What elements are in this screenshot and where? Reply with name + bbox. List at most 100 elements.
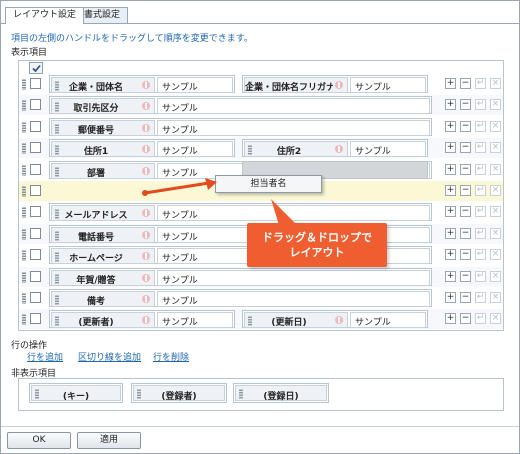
remove-row-icon[interactable]: −: [460, 227, 471, 239]
layout-field[interactable]: 住所2 サンプル: [242, 139, 428, 158]
layout-field[interactable]: 取引先区分 サンプル: [49, 96, 432, 115]
delete-row-icon[interactable]: ×: [490, 78, 501, 89]
ok-button[interactable]: OK: [7, 432, 71, 449]
remove-row-icon[interactable]: −: [460, 185, 471, 196]
delete-row-icon[interactable]: ×: [490, 227, 501, 239]
line-break-icon[interactable]: ↵: [475, 206, 486, 218]
line-break-icon[interactable]: ↵: [475, 227, 486, 239]
remove-row-icon[interactable]: −: [460, 99, 471, 111]
line-break-icon[interactable]: ↵: [475, 163, 486, 175]
add-row-icon[interactable]: +: [445, 313, 456, 325]
add-row-icon[interactable]: +: [445, 270, 456, 282]
hidden-item-registered-date[interactable]: (登録日): [233, 383, 329, 403]
line-break-icon[interactable]: ↵: [475, 313, 486, 325]
line-break-icon[interactable]: ↵: [475, 99, 486, 111]
delete-row-icon[interactable]: ×: [490, 99, 501, 111]
line-break-icon[interactable]: ↵: [475, 270, 486, 282]
layout-field[interactable]: 備考 サンプル: [49, 289, 432, 307]
add-row-icon[interactable]: +: [445, 163, 456, 175]
remove-row-icon[interactable]: −: [460, 206, 471, 218]
remove-field-icon[interactable]: [142, 102, 150, 111]
add-row-icon[interactable]: +: [445, 78, 456, 89]
remove-field-icon[interactable]: [142, 295, 150, 303]
line-break-icon[interactable]: ↵: [475, 120, 486, 132]
add-row-icon[interactable]: +: [445, 292, 456, 303]
hidden-item-key[interactable]: (キー): [29, 383, 123, 403]
delete-row-icon[interactable]: ×: [490, 120, 501, 132]
remove-row-icon[interactable]: −: [460, 78, 471, 89]
row-checkbox[interactable]: [30, 185, 41, 196]
row-drag-handle-icon[interactable]: [22, 186, 26, 197]
line-break-icon[interactable]: ↵: [475, 292, 486, 303]
row-drag-handle-icon[interactable]: [22, 207, 26, 219]
line-break-icon[interactable]: ↵: [475, 78, 486, 89]
row-checkbox[interactable]: [30, 249, 41, 261]
layout-field[interactable]: 年賀/贈答 サンプル: [49, 267, 432, 286]
delete-row-icon[interactable]: ×: [490, 142, 501, 154]
remove-row-icon[interactable]: −: [460, 163, 471, 175]
row-checkbox[interactable]: [30, 313, 41, 325]
remove-field-icon[interactable]: [142, 230, 150, 239]
remove-row-icon[interactable]: −: [460, 313, 471, 325]
remove-row-icon[interactable]: −: [460, 270, 471, 282]
delete-row-icon[interactable]: ×: [490, 185, 501, 196]
line-break-icon[interactable]: ↵: [475, 142, 486, 154]
tab-layout-settings[interactable]: レイアウト設定: [5, 7, 85, 24]
row-checkbox[interactable]: [30, 227, 41, 239]
dragged-field-担当者名[interactable]: 担当者名: [215, 175, 322, 193]
row-checkbox[interactable]: [30, 163, 41, 175]
remove-field-icon[interactable]: [335, 145, 343, 154]
layout-field[interactable]: (更新日) サンプル: [242, 310, 428, 329]
row-drag-handle-icon[interactable]: [22, 121, 26, 133]
remove-field-icon[interactable]: [142, 166, 150, 175]
delete-row-link[interactable]: 行を削除: [153, 350, 189, 363]
row-checkbox[interactable]: [30, 270, 41, 282]
delete-row-icon[interactable]: ×: [490, 163, 501, 175]
add-row-icon[interactable]: +: [445, 142, 456, 154]
layout-field[interactable]: 企業・団体名 サンプル: [49, 75, 235, 93]
remove-row-icon[interactable]: −: [460, 142, 471, 154]
row-drag-handle-icon[interactable]: [22, 79, 26, 90]
row-drag-handle-icon[interactable]: [22, 228, 26, 240]
row-checkbox[interactable]: [30, 206, 41, 218]
row-checkbox[interactable]: [30, 292, 41, 303]
remove-field-icon[interactable]: [335, 316, 343, 325]
line-break-icon[interactable]: ↵: [475, 249, 486, 261]
row-drag-handle-icon[interactable]: [22, 250, 26, 262]
remove-field-icon[interactable]: [142, 252, 150, 261]
remove-field-icon[interactable]: [142, 209, 150, 218]
add-row-icon[interactable]: +: [445, 99, 456, 111]
row-checkbox[interactable]: [30, 78, 41, 89]
remove-field-icon[interactable]: [142, 145, 150, 154]
layout-field[interactable]: 郵便番号 サンプル: [49, 117, 432, 136]
apply-button[interactable]: 適用: [77, 432, 141, 449]
row-checkbox[interactable]: [30, 99, 41, 111]
add-row-icon[interactable]: +: [445, 120, 456, 132]
layout-field[interactable]: 企業・団体名フリガナ サンプル: [242, 75, 428, 93]
delete-row-icon[interactable]: ×: [490, 249, 501, 261]
row-checkbox[interactable]: [30, 120, 41, 132]
line-break-icon[interactable]: ↵: [475, 185, 486, 196]
add-separator-link[interactable]: 区切り線を追加: [78, 350, 141, 363]
remove-field-icon[interactable]: [142, 316, 150, 325]
add-row-icon[interactable]: +: [445, 227, 456, 239]
delete-row-icon[interactable]: ×: [490, 206, 501, 218]
add-row-icon[interactable]: +: [445, 249, 456, 261]
remove-row-icon[interactable]: −: [460, 292, 471, 303]
row-drag-handle-icon[interactable]: [22, 143, 26, 155]
row-checkbox[interactable]: [30, 142, 41, 154]
row-drag-handle-icon[interactable]: [22, 164, 26, 176]
delete-row-icon[interactable]: ×: [490, 270, 501, 282]
delete-row-icon[interactable]: ×: [490, 313, 501, 325]
add-row-icon[interactable]: +: [445, 185, 456, 196]
layout-field[interactable]: メールアドレス サンプル: [49, 203, 432, 222]
row-drag-handle-icon[interactable]: [22, 100, 26, 112]
hidden-item-registrant[interactable]: (登録者): [131, 383, 227, 403]
row-drag-handle-icon[interactable]: [22, 293, 26, 304]
remove-field-icon[interactable]: [335, 81, 343, 89]
row-drag-handle-icon[interactable]: [22, 314, 26, 326]
delete-row-icon[interactable]: ×: [490, 292, 501, 303]
remove-field-icon[interactable]: [142, 123, 150, 132]
add-row-link[interactable]: 行を追加: [27, 350, 63, 363]
remove-row-icon[interactable]: −: [460, 249, 471, 261]
